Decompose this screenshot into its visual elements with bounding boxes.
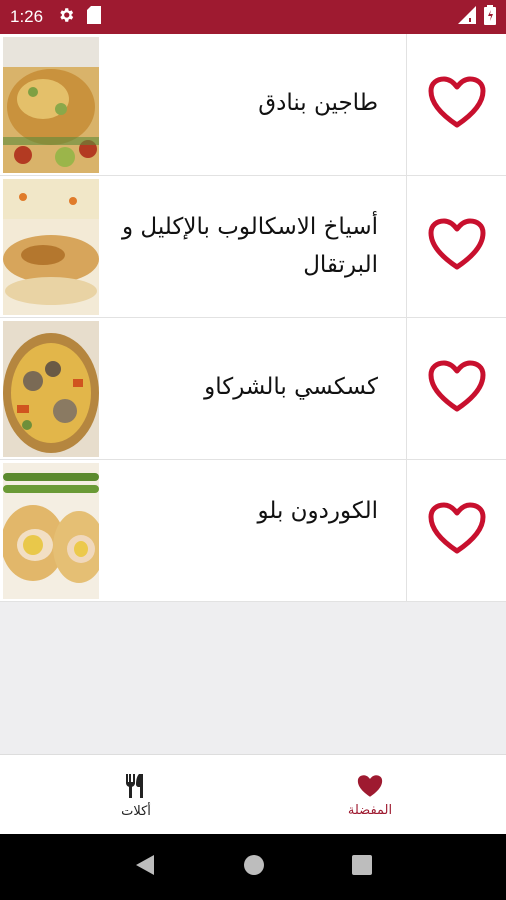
heart-filled-icon: [357, 774, 383, 797]
heart-outline-icon: [428, 76, 486, 128]
sd-card-icon: [87, 6, 102, 28]
recipe-thumbnail: [3, 179, 99, 315]
nav-meals-label: أكلات: [121, 803, 151, 819]
recipe-row[interactable]: طاجين بنادق: [0, 34, 506, 176]
battery-icon: [484, 5, 496, 29]
status-bar: 1:26: [0, 0, 506, 34]
recipe-title: أسياخ الاسكالوب بالإكليل و البرتقال: [122, 214, 378, 278]
home-icon[interactable]: [243, 854, 265, 880]
recipe-list: طاجين بنادق أسياخ الاسكالوب بالإكليل و ا…: [0, 34, 506, 602]
system-navigation-bar: [0, 834, 506, 900]
recipe-title-container: أسياخ الاسكالوب بالإكليل و البرتقال: [112, 176, 378, 317]
row-divider: [406, 318, 407, 459]
row-divider: [406, 34, 407, 175]
favorite-button[interactable]: [424, 498, 490, 558]
recipe-row[interactable]: كسكسي بالشركاو: [0, 318, 506, 460]
favorite-button[interactable]: [424, 356, 490, 416]
recents-icon[interactable]: [352, 855, 373, 879]
favorite-button[interactable]: [424, 72, 490, 132]
recipe-thumbnail: [3, 463, 99, 599]
recipe-title-container: كسكسي بالشركاو: [112, 318, 378, 459]
signal-icon: [458, 6, 476, 28]
bottom-navigation: أكلات المفضلة: [0, 754, 506, 834]
recipe-title-container: الكوردون بلو: [112, 460, 378, 601]
heart-outline-icon: [428, 360, 486, 412]
fork-knife-icon: [126, 773, 143, 798]
status-time: 1:26: [10, 7, 44, 26]
nav-favorites[interactable]: المفضلة: [300, 755, 440, 835]
row-divider: [406, 460, 407, 601]
recipe-thumbnail: [3, 37, 99, 173]
recipe-row[interactable]: الكوردون بلو: [0, 460, 506, 602]
recipe-title-container: طاجين بنادق: [112, 34, 378, 175]
empty-area: [0, 602, 506, 754]
recipe-title: الكوردون بلو: [257, 498, 378, 524]
heart-outline-icon: [428, 218, 486, 270]
recipe-title: كسكسي بالشركاو: [204, 374, 378, 400]
favorite-button[interactable]: [424, 214, 490, 274]
row-divider: [406, 176, 407, 317]
heart-outline-icon: [428, 502, 486, 554]
back-icon[interactable]: [134, 853, 156, 881]
nav-meals[interactable]: أكلات: [66, 755, 206, 835]
nav-favorites-label: المفضلة: [347, 802, 393, 818]
recipe-thumbnail: [3, 321, 99, 457]
recipe-title: طاجين بنادق: [258, 90, 378, 116]
settings-icon: [57, 6, 75, 28]
recipe-row[interactable]: أسياخ الاسكالوب بالإكليل و البرتقال: [0, 176, 506, 318]
